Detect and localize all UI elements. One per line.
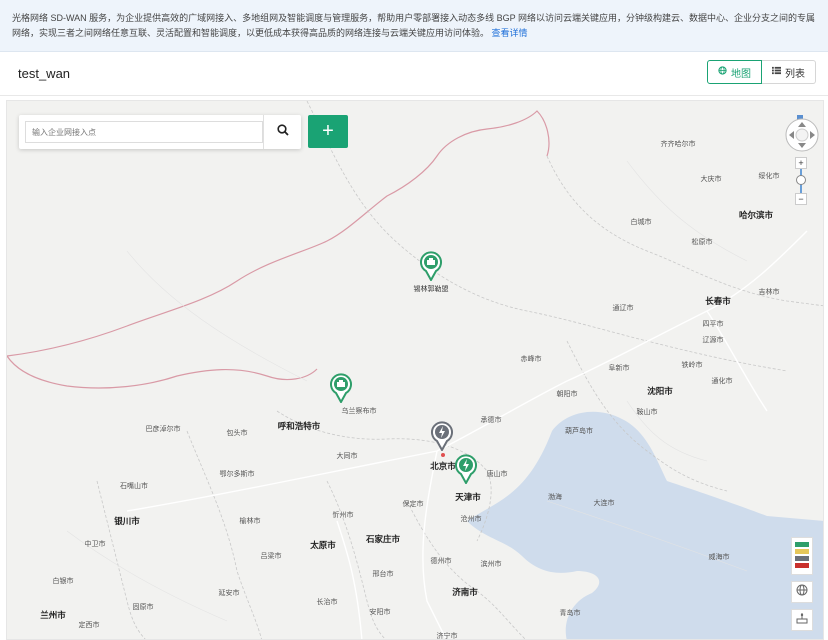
city-label: 通化市: [711, 378, 733, 385]
page-header: test_wan 地图 列表: [0, 52, 828, 96]
notice-details-link[interactable]: 查看详情: [492, 28, 528, 38]
city-label: 兰州市: [40, 610, 66, 620]
city-label: 通辽市: [612, 305, 634, 312]
notice-text: 光格网络 SD-WAN 服务，为企业提供高效的广域网接入、多地组网及智能调度与管…: [12, 13, 816, 38]
city-label: 银川市: [114, 516, 140, 526]
city-label: 乌兰察布市: [341, 408, 377, 415]
legend-red: [795, 563, 809, 568]
city-label: 太原市: [310, 540, 336, 550]
city-label: 松原市: [691, 239, 713, 246]
city-label: 承德市: [480, 417, 502, 424]
search-icon: [276, 123, 289, 141]
city-label: 长春市: [705, 296, 731, 306]
city-label: 葫芦岛市: [565, 428, 593, 435]
city-label: 长治市: [316, 599, 338, 606]
city-label: 青岛市: [559, 610, 581, 617]
city-label: 大连市: [593, 500, 615, 507]
city-label: 威海市: [708, 554, 730, 561]
city-label: 延安市: [218, 590, 240, 597]
city-label: 石嘴山市: [120, 483, 148, 490]
city-label: 四平市: [702, 321, 724, 328]
router-icon: [796, 611, 808, 629]
city-label: 沧州市: [460, 516, 482, 523]
list-view-label: 列表: [785, 68, 805, 80]
legend-green: [795, 542, 809, 547]
page-title: test_wan: [18, 66, 71, 81]
marker-label: 锡林郭勒盟: [413, 286, 449, 293]
city-label: 赤峰市: [520, 356, 542, 363]
city-label: 阜新市: [608, 365, 630, 372]
zoom-out-button[interactable]: −: [795, 193, 807, 205]
city-label: 定西市: [78, 622, 100, 629]
city-label: 安阳市: [369, 609, 391, 616]
status-legend[interactable]: [791, 537, 813, 575]
city-label: 吕梁市: [260, 553, 282, 560]
city-label: 忻州市: [332, 512, 354, 519]
city-label: 北京市: [430, 461, 456, 471]
search-box: [19, 115, 301, 149]
city-label: 白银市: [52, 578, 74, 585]
city-label: 济南市: [452, 587, 478, 597]
city-label: 齐齐哈尔市: [660, 141, 696, 148]
search-input[interactable]: [25, 121, 263, 143]
zoom-slider[interactable]: [795, 169, 807, 193]
list-icon: [772, 66, 781, 78]
city-label: 固原市: [132, 604, 154, 611]
city-label: 巴彦淖尔市: [145, 426, 181, 433]
access-point-marker[interactable]: [329, 373, 353, 405]
zoom-in-button[interactable]: +: [795, 157, 807, 169]
globe-icon: [796, 583, 808, 601]
city-label: 滨州市: [480, 561, 502, 568]
city-label: 吉林市: [758, 289, 780, 296]
city-label: 白城市: [630, 219, 652, 226]
city-label: 绥化市: [758, 173, 780, 180]
city-label: 渤海: [548, 494, 562, 501]
city-label: 鄂尔多斯市: [219, 471, 255, 478]
globe-icon: [718, 66, 727, 78]
city-label: 榆林市: [239, 518, 261, 525]
city-label: 济宁市: [436, 633, 458, 640]
pan-control[interactable]: [785, 115, 819, 153]
city-label: 德州市: [430, 558, 452, 565]
legend-yellow: [795, 549, 809, 554]
access-point-marker[interactable]: [419, 251, 443, 283]
city-label: 朝阳市: [556, 391, 578, 398]
city-label: 哈尔滨市: [738, 210, 774, 220]
zoom-slider-handle[interactable]: [796, 175, 806, 185]
map-view-label: 地图: [731, 68, 751, 80]
device-tool-button[interactable]: [791, 609, 813, 631]
gateway-marker[interactable]: [430, 421, 454, 453]
city-label: 天津市: [455, 492, 481, 502]
map-canvas[interactable]: 齐齐哈尔市 大庆市 绥化市 白城市 哈尔滨市 松原市 长春市 吉林市 四平市 通…: [6, 100, 824, 640]
search-button[interactable]: [263, 115, 301, 149]
add-access-point-button[interactable]: +: [308, 115, 348, 148]
city-label: 沈阳市: [647, 386, 673, 396]
city-label: 大庆市: [700, 176, 722, 183]
city-label: 鞍山市: [636, 409, 658, 416]
list-view-button[interactable]: 列表: [762, 60, 816, 84]
city-label: 唐山市: [486, 471, 508, 478]
city-label: 呼和浩特市: [277, 421, 321, 431]
view-toggle: 地图 列表: [707, 60, 816, 84]
city-label: 铁岭市: [681, 362, 703, 369]
city-label: 大同市: [336, 453, 358, 460]
globe-tool-button[interactable]: [791, 581, 813, 603]
city-label: 中卫市: [84, 541, 106, 548]
city-label: 辽源市: [702, 337, 724, 344]
gateway-marker[interactable]: [454, 454, 478, 486]
city-label: 保定市: [402, 501, 424, 508]
map-view-button[interactable]: 地图: [707, 60, 762, 84]
city-label: 邢台市: [372, 571, 394, 578]
zoom-control: + −: [795, 157, 807, 205]
city-label: 包头市: [226, 430, 248, 437]
service-notice: 光格网络 SD-WAN 服务，为企业提供高效的广域网接入、多地组网及智能调度与管…: [0, 0, 828, 52]
city-label: 石家庄市: [365, 534, 401, 544]
legend-gray: [795, 556, 809, 561]
